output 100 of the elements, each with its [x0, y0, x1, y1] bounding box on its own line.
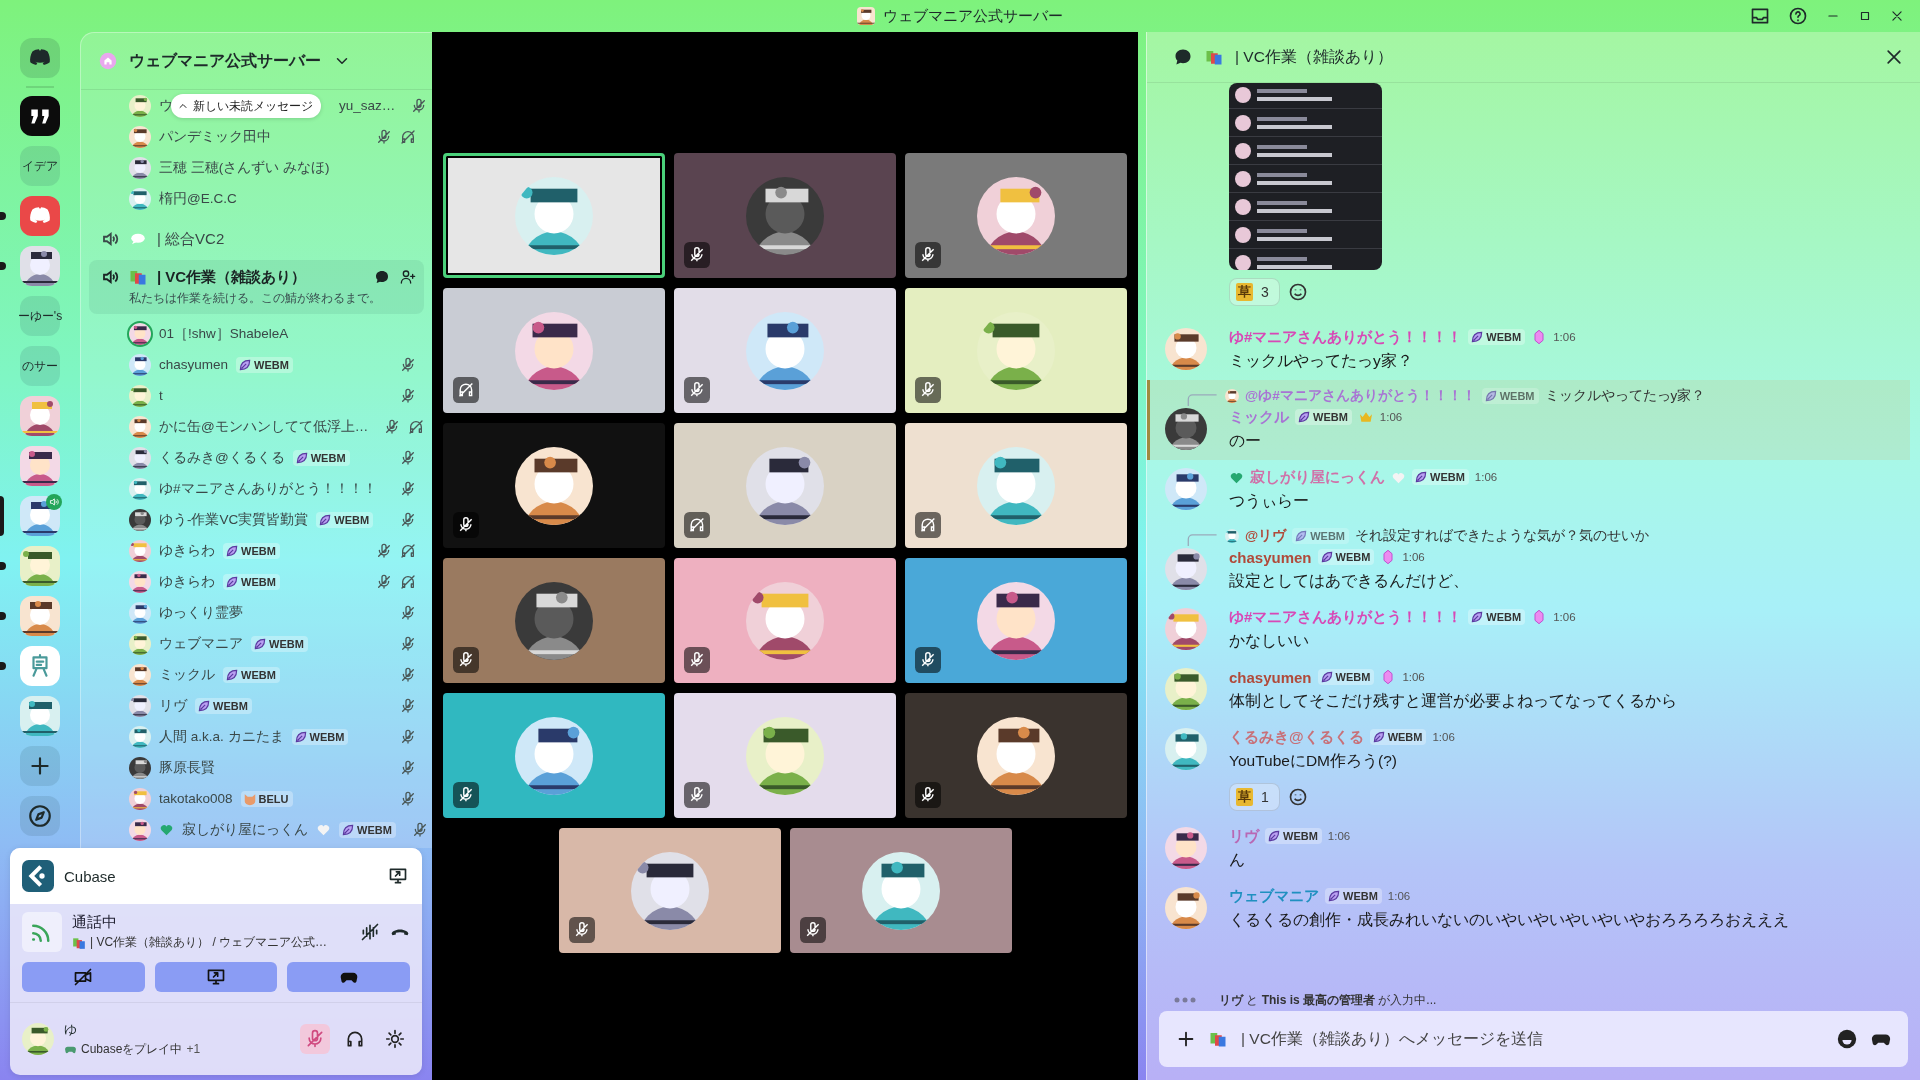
add-user-icon[interactable]	[400, 269, 416, 285]
message-text: かなしいい	[1229, 631, 1310, 651]
add-reaction-icon[interactable]	[1287, 787, 1308, 807]
voice-channel[interactable]: | 総合VC2	[89, 220, 424, 258]
participant-name[interactable]: ウェブマニア	[159, 634, 243, 653]
participant-name[interactable]: yu_saz…	[339, 98, 396, 113]
participant-name[interactable]: 01［!shw］ShabeleA	[159, 324, 289, 343]
video-tile[interactable]	[905, 693, 1127, 818]
tag-badge: WEBM	[1295, 409, 1352, 425]
tag-badge: WEBM	[223, 573, 280, 590]
channel-link[interactable]: | VC作業（雑談あり） / ウェブマニア公式…	[90, 934, 328, 951]
home-button[interactable]	[20, 38, 60, 78]
discover-button[interactable]	[20, 796, 60, 836]
timestamp: 1:06	[1402, 671, 1425, 683]
tag-badge: WEBM	[223, 666, 280, 683]
reaction-button[interactable]: 草 3	[1229, 278, 1280, 306]
compass-icon	[27, 803, 53, 829]
video-tile[interactable]	[905, 153, 1127, 278]
participant-name[interactable]: パンデミック田中	[159, 127, 271, 146]
participant-name[interactable]: ゆきらわ	[159, 541, 215, 560]
reply-author[interactable]: @リヴ	[1245, 527, 1287, 545]
participant-name[interactable]: リヴ	[159, 696, 187, 715]
message-field[interactable]: | VC作業（雑談あり）へメッセージを送信	[1159, 1011, 1908, 1067]
video-tile[interactable]	[789, 828, 1012, 953]
screen-share-icon	[206, 967, 226, 987]
timestamp: 1:06	[1432, 731, 1455, 743]
video-tile[interactable]	[443, 153, 665, 278]
server-header[interactable]: ウェブマニア公式サーバー	[81, 33, 432, 90]
add-reaction-icon[interactable]	[1287, 282, 1308, 302]
mic-off-icon	[305, 1029, 325, 1049]
participant-name[interactable]: ウ	[159, 96, 173, 115]
message-text: 設定としてはあできるんだけど、	[1229, 571, 1469, 591]
timestamp: 1:06	[1553, 611, 1576, 623]
reply-text[interactable]: それ設定すればできたような気が？気のせいか	[1355, 527, 1649, 545]
maximize-icon[interactable]	[1858, 9, 1872, 23]
participant-name[interactable]: 人間 a.k.a. カニたま	[159, 727, 284, 746]
server-icon[interactable]: イデア	[20, 146, 60, 186]
participant-name[interactable]: chasyumen	[159, 357, 229, 372]
participant-name[interactable]: かに缶@モンハンしてて低浮上…	[159, 417, 369, 436]
add-server-button[interactable]	[20, 746, 60, 786]
noise-suppression-icon[interactable]	[360, 922, 380, 942]
video-tile[interactable]	[905, 423, 1127, 548]
tag-badge: WEBM	[236, 356, 293, 373]
video-tile[interactable]	[674, 423, 896, 548]
participant-name[interactable]: takotako008	[159, 791, 233, 806]
message-input[interactable]: | VC作業（雑談あり）へメッセージを送信	[1239, 1029, 1824, 1049]
selected-voice-channel[interactable]: | VC作業（雑談あり） 私たちは作業を続ける。この鯖が終わるまで。	[89, 260, 424, 314]
timestamp: 1:06	[1474, 471, 1498, 483]
participant-name[interactable]: 三穂 三穂(さんずい みなほ)	[159, 158, 330, 177]
participant-name[interactable]: ゆう-作業VC実質皆勤賞	[159, 510, 309, 529]
reply-text[interactable]: ミックルやってたっy家？	[1544, 387, 1706, 405]
tag-badge: WEBM	[1412, 469, 1469, 485]
message-text: 体制としてそこだけ残すと運営が必要よねってなってくるから	[1229, 691, 1677, 711]
mic-button[interactable]	[300, 1024, 330, 1054]
participant-name[interactable]: ゆ#マニアさんありがとう！！！！	[159, 479, 377, 498]
video-tile[interactable]	[443, 558, 665, 683]
activity-button[interactable]	[287, 962, 410, 992]
participant-name[interactable]: t	[159, 388, 163, 403]
camera-off-icon	[73, 967, 94, 987]
close-icon[interactable]	[1890, 9, 1904, 23]
help-icon[interactable]	[1788, 6, 1808, 26]
author-name[interactable]: chasyumen	[1229, 548, 1312, 566]
author-name[interactable]: chasyumen	[1229, 668, 1312, 686]
video-tile[interactable]	[905, 558, 1127, 683]
reaction-button[interactable]: 草 1	[1229, 783, 1280, 811]
participant-name[interactable]: 楕円@E.C.C	[159, 189, 237, 208]
unread-messages-toast[interactable]: 新しい未読メッセージ	[171, 94, 321, 118]
chat-icon[interactable]	[374, 269, 390, 285]
participant-name[interactable]: 寂しがり屋にっくん	[182, 820, 308, 839]
books-icon	[1205, 48, 1223, 66]
close-icon[interactable]	[1884, 47, 1904, 67]
tag-badge: WEBM	[1317, 669, 1375, 685]
tag-badge: BELU	[240, 790, 293, 807]
participant-name[interactable]: ゆきらわ	[159, 572, 215, 591]
camera-button[interactable]	[22, 962, 145, 992]
window-title: ウェブマニア公式サーバー	[883, 6, 1063, 26]
tag-badge: WEBM	[316, 511, 374, 528]
reply-line	[1185, 534, 1219, 546]
inbox-icon[interactable]	[1750, 6, 1770, 26]
server-icon[interactable]: のサー	[20, 346, 60, 386]
video-tile[interactable]	[674, 558, 896, 683]
emoji-icon[interactable]	[1836, 1028, 1858, 1050]
video-tile[interactable]	[443, 693, 665, 818]
video-tile[interactable]	[674, 153, 896, 278]
screen-share-button[interactable]	[154, 962, 278, 992]
participant-name[interactable]: くるみき@くるくる	[159, 448, 285, 467]
participant-name[interactable]: 豚原長賢	[159, 758, 215, 777]
server-icon[interactable]	[20, 96, 60, 136]
participant-name[interactable]: ミックル	[159, 665, 215, 684]
video-tile[interactable]	[558, 828, 781, 953]
video-tile[interactable]	[443, 423, 665, 548]
video-tile[interactable]	[905, 288, 1127, 413]
video-tile[interactable]	[674, 288, 896, 413]
video-tile[interactable]	[443, 288, 665, 413]
participant-name[interactable]: ゆっくり霊夢	[159, 603, 243, 622]
server-icon[interactable]: ーゆー's	[20, 296, 60, 336]
tag-badge: WEBM	[1481, 388, 1539, 404]
video-tile[interactable]	[674, 693, 896, 818]
screen-share-icon[interactable]	[388, 866, 408, 886]
message-text: つうぃらー	[1229, 491, 1310, 511]
